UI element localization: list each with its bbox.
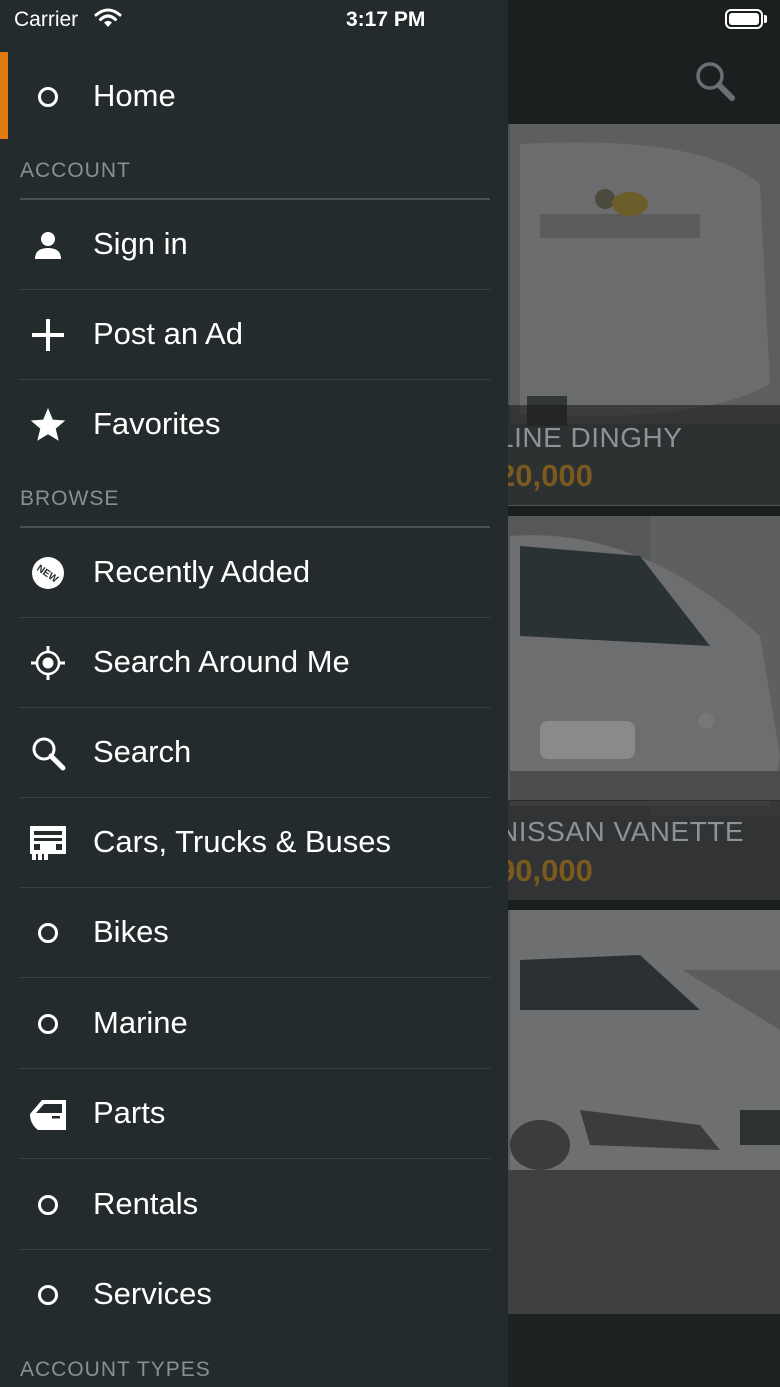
- menu-item-label: Post an Ad: [93, 316, 243, 351]
- menu-item-recently-added[interactable]: NEW Recently Added: [0, 528, 508, 618]
- separator: [20, 1158, 490, 1159]
- menu-item-label: Favorites: [93, 406, 221, 441]
- menu-item-parts[interactable]: Parts: [0, 1069, 508, 1159]
- search-icon: [28, 733, 68, 773]
- listing-price: 20,000: [498, 458, 593, 493]
- new-badge-icon: NEW: [28, 553, 68, 593]
- menu-item-cars-trucks-buses[interactable]: Cars, Trucks & Buses: [0, 798, 508, 888]
- section-header-browse: BROWSE: [20, 487, 120, 510]
- menu-item-rentals[interactable]: Rentals: [0, 1160, 508, 1250]
- menu-item-label: Search Around Me: [93, 644, 350, 679]
- clock: 3:17 PM: [346, 8, 426, 31]
- menu-item-services[interactable]: Services: [0, 1250, 508, 1340]
- separator: [20, 977, 490, 978]
- section-header-account: ACCOUNT: [20, 159, 131, 182]
- plus-icon: [28, 315, 68, 355]
- side-drawer: Home ACCOUNT Sign in Post an Ad Favorite…: [0, 0, 508, 1387]
- circle-icon: [28, 913, 68, 953]
- menu-item-label: Marine: [93, 1005, 188, 1040]
- menu-item-search[interactable]: Search: [0, 708, 508, 798]
- status-bar: Carrier 3:17 PM: [0, 0, 780, 40]
- menu-item-post-ad[interactable]: Post an Ad: [0, 290, 508, 380]
- battery-tip: [764, 15, 767, 23]
- section-header-account-types: ACCOUNT TYPES: [20, 1358, 211, 1381]
- star-icon: [28, 405, 68, 445]
- circle-icon: [28, 1004, 68, 1044]
- listing-title: NISSAN VANETTE: [498, 816, 745, 847]
- menu-item-sign-in[interactable]: Sign in: [0, 200, 508, 290]
- listing-title: LINE DINGHY: [498, 422, 683, 453]
- listing-price: 90,000: [498, 853, 593, 888]
- location-target-icon: [28, 643, 68, 683]
- bus-icon: [28, 823, 68, 863]
- circle-icon: [28, 1275, 68, 1315]
- menu-item-label: Home: [93, 78, 176, 113]
- person-icon: [28, 225, 68, 265]
- menu-item-label: Recently Added: [93, 554, 311, 589]
- wifi-icon: [94, 8, 122, 27]
- search-icon[interactable]: [692, 58, 736, 102]
- car-door-icon: [28, 1094, 68, 1134]
- menu-item-search-around-me[interactable]: Search Around Me: [0, 618, 508, 708]
- menu-item-favorites[interactable]: Favorites: [0, 380, 508, 470]
- menu-item-marine[interactable]: Marine: [0, 979, 508, 1069]
- menu-item-label: Rentals: [93, 1186, 199, 1221]
- menu-item-bikes[interactable]: Bikes: [0, 888, 508, 978]
- menu-item-label: Search: [93, 734, 192, 769]
- carrier-label: Carrier: [14, 8, 79, 31]
- battery-icon: [725, 9, 763, 29]
- menu-item-label: Bikes: [93, 914, 169, 949]
- circle-icon: [28, 77, 68, 117]
- circle-icon: [28, 1185, 68, 1225]
- menu-item-label: Sign in: [93, 226, 188, 261]
- menu-item-label: Cars, Trucks & Buses: [93, 824, 392, 859]
- menu-item-home[interactable]: Home: [0, 52, 508, 142]
- menu-item-label: Parts: [93, 1095, 166, 1130]
- menu-item-label: Services: [93, 1276, 212, 1311]
